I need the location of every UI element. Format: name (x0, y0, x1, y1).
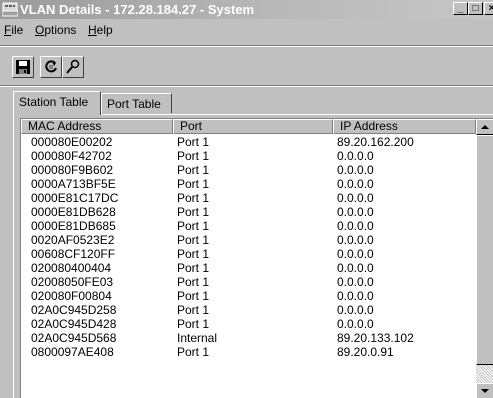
menu-help[interactable]: Help (88, 23, 113, 37)
ip-address-cell: 0.0.0.0 (337, 275, 374, 289)
ip-address-cell: 0.0.0.0 (337, 177, 374, 191)
toolbar-separator (0, 85, 493, 87)
port-cell: Internal (177, 331, 218, 345)
port-cell: Port 1 (177, 233, 210, 247)
mac-address-cell: 020080F00804 (31, 289, 112, 303)
port-cell: Port 1 (177, 289, 210, 303)
port-cell: Port 1 (177, 261, 210, 275)
menu-file[interactable]: File (4, 23, 23, 37)
mac-address-cell: 000080F42702 (31, 149, 112, 163)
port-cell: Port 1 (177, 205, 210, 219)
table-row[interactable]: 000080F42702 Port 1 0.0.0.0 (21, 150, 476, 163)
ip-address-cell: 89.20.133.102 (337, 331, 414, 345)
mac-address-cell: 0000E81DB628 (31, 205, 116, 219)
ip-address-cell: 0.0.0.0 (337, 317, 374, 331)
menu-options[interactable]: Options (35, 23, 76, 37)
mac-address-cell: 02A0C945D428 (31, 317, 117, 331)
mac-address-cell: 020080400404 (31, 261, 112, 275)
toolbar (0, 52, 493, 84)
table-row[interactable]: 0800097AE408 Port 1 89.20.0.91 (21, 346, 476, 359)
ip-address-cell: 89.20.0.91 (337, 345, 394, 359)
station-table: MAC Address Port IP Address 000080E00202… (20, 118, 493, 398)
port-cell: Port 1 (177, 177, 210, 191)
menu-bar: File Options Help (0, 20, 493, 39)
table-row[interactable]: 000080F9B602 Port 1 0.0.0.0 (21, 164, 476, 177)
port-cell: Port 1 (177, 163, 210, 177)
scrollbar-thumb[interactable] (476, 135, 493, 365)
table-row[interactable]: 0020AF0523E2 Port 1 0.0.0.0 (21, 234, 476, 247)
ip-address-cell: 0.0.0.0 (337, 163, 374, 177)
ip-address-cell: 0.0.0.0 (337, 233, 374, 247)
table-row[interactable]: 00608CF120FF Port 1 0.0.0.0 (21, 248, 476, 261)
column-header-port[interactable]: Port (173, 119, 333, 134)
title-bar[interactable]: VLAN Details - 172.28.184.27 - System _ … (0, 0, 493, 19)
column-header-ip[interactable]: IP Address (333, 119, 476, 134)
maximize-button[interactable]: □ (468, 2, 483, 15)
table-row[interactable]: 02A0C945D568 Internal 89.20.133.102 (21, 332, 476, 345)
window-title: VLAN Details - 172.28.184.27 - System (20, 2, 255, 17)
port-cell: Port 1 (177, 149, 210, 163)
vertical-scrollbar[interactable] (476, 119, 493, 398)
minimize-button[interactable]: _ (453, 2, 468, 15)
mac-address-cell: 0800097AE408 (31, 345, 114, 359)
table-row[interactable]: 0000A713BF5E Port 1 0.0.0.0 (21, 178, 476, 191)
column-header-mac[interactable]: MAC Address (21, 119, 173, 134)
ip-address-cell: 0.0.0.0 (337, 149, 374, 163)
ip-address-cell: 0.0.0.0 (337, 191, 374, 205)
save-button[interactable] (12, 56, 34, 78)
ip-address-cell: 0.0.0.0 (337, 289, 374, 303)
menu-separator (0, 45, 493, 47)
port-cell: Port 1 (177, 275, 210, 289)
mac-address-cell: 02008050FE03 (31, 275, 114, 289)
table-row[interactable]: 0000E81DB685 Port 1 0.0.0.0 (21, 220, 476, 233)
table-row[interactable]: 020080F00804 Port 1 0.0.0.0 (21, 290, 476, 303)
mac-address-cell: 0020AF0523E2 (31, 233, 115, 247)
table-row[interactable]: 02A0C945D428 Port 1 0.0.0.0 (21, 318, 476, 331)
network-app-icon (1, 2, 19, 17)
port-cell: Port 1 (177, 191, 210, 205)
mac-address-cell: 000080E00202 (31, 135, 113, 149)
save-icon (16, 60, 30, 74)
table-row[interactable]: 02A0C945D258 Port 1 0.0.0.0 (21, 304, 476, 317)
table-row[interactable]: 020080400404 Port 1 0.0.0.0 (21, 262, 476, 275)
arrow-down-icon (481, 389, 489, 393)
ip-address-cell: 0.0.0.0 (337, 205, 374, 219)
table-row[interactable]: 000080E00202 Port 1 89.20.162.200 (21, 136, 476, 149)
port-cell: Port 1 (177, 219, 210, 233)
mac-address-cell: 00608CF120FF (31, 247, 116, 261)
table-row[interactable]: 0000E81DB628 Port 1 0.0.0.0 (21, 206, 476, 219)
table-row[interactable]: 02008050FE03 Port 1 0.0.0.0 (21, 276, 476, 289)
ip-address-cell: 0.0.0.0 (337, 303, 374, 317)
scroll-down-button[interactable] (476, 383, 493, 398)
scroll-up-button[interactable] (476, 119, 493, 135)
refresh-icon (45, 60, 57, 73)
table-row[interactable]: 0000E81C17DC Port 1 0.0.0.0 (21, 192, 476, 205)
port-cell: Port 1 (177, 247, 210, 261)
ip-address-cell: 0.0.0.0 (337, 219, 374, 233)
port-cell: Port 1 (177, 317, 210, 331)
mac-address-cell: 000080F9B602 (31, 163, 114, 177)
arrow-up-icon (481, 125, 489, 129)
port-cell: Port 1 (177, 345, 210, 359)
mac-address-cell: 0000E81C17DC (31, 191, 119, 205)
find-button[interactable] (62, 56, 84, 78)
ip-address-cell: 89.20.162.200 (337, 135, 414, 149)
port-cell: Port 1 (177, 303, 210, 317)
mac-address-cell: 0000A713BF5E (31, 177, 116, 191)
mac-address-cell: 02A0C945D258 (31, 303, 117, 317)
tab-station-table[interactable]: Station Table (13, 91, 101, 115)
ip-address-cell: 0.0.0.0 (337, 261, 374, 275)
close-button[interactable]: × (484, 2, 493, 15)
ip-address-cell: 0.0.0.0 (337, 247, 374, 261)
mac-address-cell: 0000E81DB685 (31, 219, 116, 233)
tab-port-table[interactable]: Port Table (101, 93, 172, 113)
port-cell: Port 1 (177, 135, 210, 149)
find-icon (66, 59, 80, 74)
refresh-button[interactable] (40, 56, 62, 78)
mac-address-cell: 02A0C945D568 (31, 331, 117, 345)
